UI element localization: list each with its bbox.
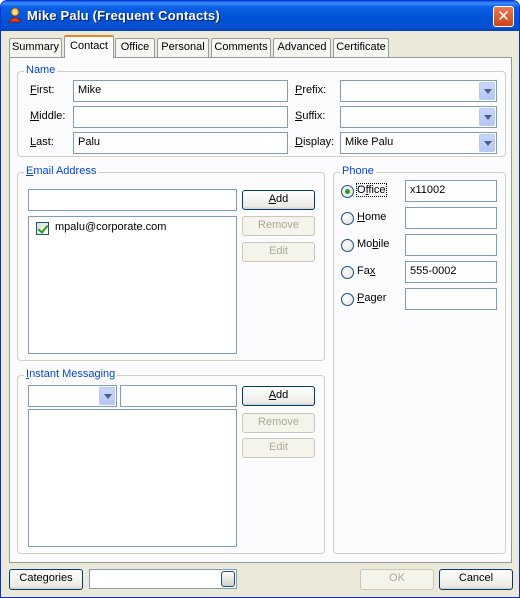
categories-button[interactable]: Categories xyxy=(9,569,83,590)
categories-scroll-thumb[interactable] xyxy=(221,571,235,587)
mobile-radio[interactable] xyxy=(341,239,354,252)
prefix-label: Prefix: xyxy=(295,84,327,96)
chevron-down-icon[interactable] xyxy=(479,108,495,126)
tab-advanced[interactable]: Advanced xyxy=(273,38,331,57)
office-label: Office xyxy=(356,183,387,197)
contact-tab-panel: Name First: Mike Middle: Last: Palu Pref… xyxy=(9,57,512,563)
contact-properties-window: Mike Palu (Frequent Contacts) ✕ Summary … xyxy=(0,0,520,598)
window-title: Mike Palu (Frequent Contacts) xyxy=(27,8,220,23)
cancel-button[interactable]: Cancel xyxy=(439,569,513,590)
phone-group-label: Phone xyxy=(340,165,376,177)
close-icon: ✕ xyxy=(497,7,510,25)
email-list[interactable]: mpalu@corporate.com xyxy=(28,216,237,354)
mobile-label: Mobile xyxy=(357,238,390,250)
ok-button[interactable]: OK xyxy=(360,569,434,590)
home-label: Home xyxy=(357,211,387,223)
home-radio[interactable] xyxy=(341,212,354,225)
first-label: First: xyxy=(30,84,55,96)
email-address-text: mpalu@corporate.com xyxy=(55,221,167,233)
display-label: Display: xyxy=(295,136,335,148)
suffix-dropdown[interactable] xyxy=(340,106,497,128)
email-address-group: Email Address Add mpalu@corporate.com Re… xyxy=(17,165,325,361)
fax-phone-field[interactable]: 555-0002 xyxy=(405,261,497,283)
last-name-field[interactable]: Palu xyxy=(73,132,288,154)
im-edit-button[interactable]: Edit xyxy=(242,438,315,458)
prefix-dropdown[interactable] xyxy=(340,80,497,102)
display-dropdown[interactable]: Mike Palu xyxy=(340,132,497,154)
name-group: Name First: Mike Middle: Last: Palu Pref… xyxy=(17,64,506,157)
close-button[interactable]: ✕ xyxy=(493,6,514,27)
contact-person-icon xyxy=(8,7,22,23)
tab-certificate[interactable]: Certificate xyxy=(333,38,389,57)
instant-messaging-group: Instant Messaging Add Remove Edit xyxy=(17,368,325,554)
chevron-down-icon[interactable] xyxy=(479,82,495,100)
fax-radio[interactable] xyxy=(341,266,354,279)
tab-office[interactable]: Office xyxy=(115,38,155,57)
first-name-field[interactable]: Mike xyxy=(73,80,288,102)
tab-personal[interactable]: Personal xyxy=(157,38,209,57)
chevron-down-icon[interactable] xyxy=(479,134,495,152)
email-remove-button[interactable]: Remove xyxy=(242,216,315,236)
fax-label: Fax xyxy=(357,265,376,277)
suffix-label: Suffix: xyxy=(295,110,326,122)
email-add-button[interactable]: Add xyxy=(242,190,315,210)
pager-label: Pager xyxy=(357,292,387,304)
email-input[interactable] xyxy=(28,189,237,211)
mobile-phone-field[interactable] xyxy=(405,234,497,256)
im-address-input[interactable] xyxy=(120,385,237,407)
tab-comments[interactable]: Comments xyxy=(211,38,271,57)
phone-group: Phone Office x11002 Home Mobile Fax 555-… xyxy=(333,165,506,554)
tab-summary[interactable]: Summary xyxy=(9,38,62,57)
middle-name-field[interactable] xyxy=(73,106,288,128)
email-edit-button[interactable]: Edit xyxy=(242,242,315,262)
office-phone-field[interactable]: x11002 xyxy=(405,180,497,202)
im-remove-button[interactable]: Remove xyxy=(242,413,315,433)
im-group-label: Instant Messaging xyxy=(24,368,118,380)
last-label: Last: xyxy=(30,136,54,148)
pager-radio[interactable] xyxy=(341,293,354,306)
email-checkbox[interactable] xyxy=(36,222,49,235)
im-add-button[interactable]: Add xyxy=(242,386,315,406)
title-bar[interactable]: Mike Palu (Frequent Contacts) ✕ xyxy=(1,1,519,31)
home-phone-field[interactable] xyxy=(405,207,497,229)
pager-phone-field[interactable] xyxy=(405,288,497,310)
chevron-down-icon[interactable] xyxy=(99,387,115,405)
email-group-label: Email Address xyxy=(24,165,99,177)
office-radio[interactable] xyxy=(341,185,354,198)
categories-field[interactable] xyxy=(89,569,237,589)
name-group-label: Name xyxy=(24,64,58,76)
middle-label: Middle: xyxy=(30,110,66,122)
im-service-dropdown[interactable] xyxy=(28,385,117,407)
tab-contact[interactable]: Contact xyxy=(64,35,114,58)
im-list[interactable] xyxy=(28,409,237,547)
